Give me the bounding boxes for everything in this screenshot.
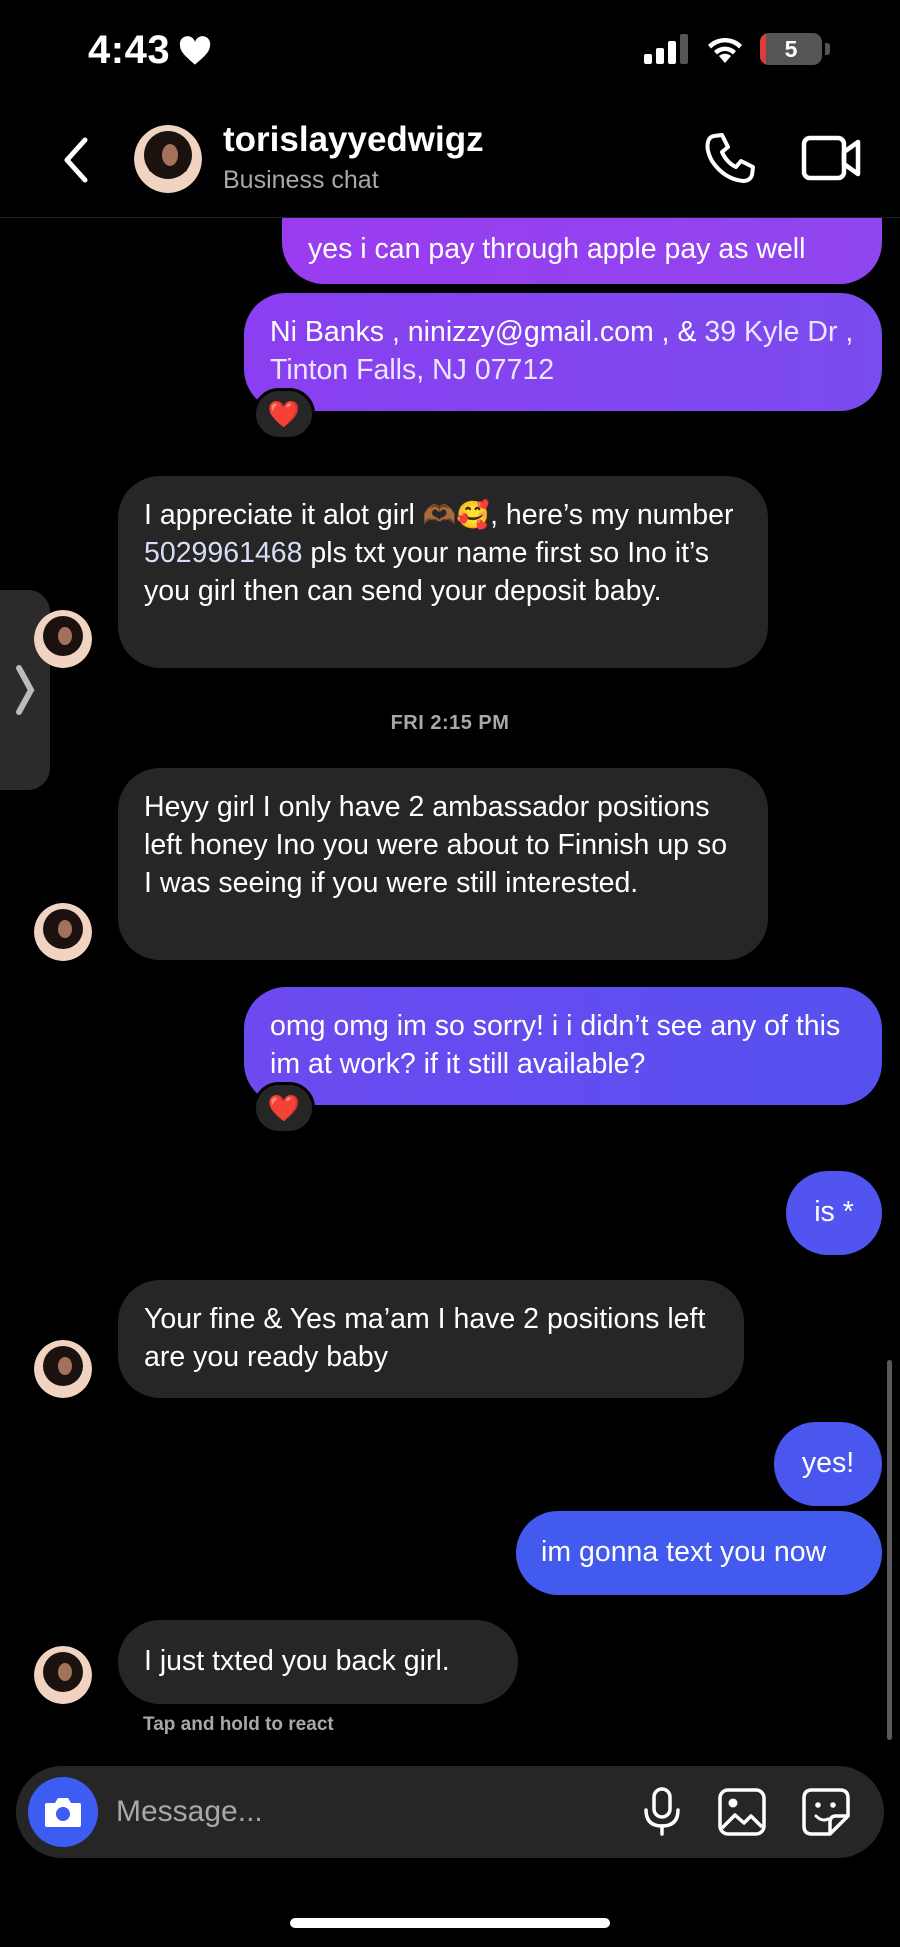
chat-header: torislayyedwigz Business chat	[0, 100, 900, 218]
wifi-icon	[708, 37, 742, 63]
thread-timestamp: FRI 2:15 PM	[390, 712, 510, 734]
phone-number-link[interactable]: 5029961468	[144, 537, 303, 569]
back-button[interactable]	[56, 130, 96, 190]
message-emoji: 🫶🏾🥰	[422, 500, 491, 530]
message-bubble-incoming[interactable]: Your fine & Yes ma’am I have 2 positions…	[118, 1280, 744, 1398]
react-hint: Tap and hold to react	[143, 1714, 334, 1735]
message-input[interactable]	[116, 1788, 516, 1836]
sender-avatar[interactable]	[34, 903, 92, 961]
message-bubble-outgoing[interactable]: omg omg im so sorry! i i didn’t see any …	[244, 987, 882, 1105]
camera-button[interactable]	[28, 1777, 98, 1847]
message-text: im gonna text you now	[541, 1536, 827, 1568]
message-composer	[16, 1766, 884, 1858]
sender-avatar[interactable]	[34, 610, 92, 668]
status-bar: 4:43 5	[0, 0, 900, 100]
message-text: I appreciate it alot girl	[144, 499, 423, 531]
message-text: Heyy girl I only have 2 ambassador posit…	[144, 791, 728, 899]
message-text: I just txted you back girl.	[144, 1645, 450, 1677]
video-call-button[interactable]	[800, 130, 864, 186]
heart-reaction-emoji: ❤️	[267, 398, 301, 429]
message-thread: yes i can pay through apple pay as well …	[0, 218, 900, 1758]
battery-tip	[825, 43, 830, 55]
sticker-icon	[802, 1788, 850, 1836]
status-icons: 5	[644, 33, 830, 65]
voice-message-button[interactable]	[636, 1786, 688, 1838]
message-text: , here’s my number	[490, 499, 734, 531]
message-bubble-incoming[interactable]: I appreciate it alot girl 🫶🏾🥰, here’s my…	[118, 476, 768, 668]
scrollbar[interactable]	[887, 1360, 892, 1740]
message-bubble-outgoing[interactable]: is *	[786, 1171, 882, 1255]
message-bubble-outgoing[interactable]: Ni Banks , ninizzy@gmail.com , & 39 Kyle…	[244, 293, 882, 411]
sender-avatar[interactable]	[34, 1340, 92, 1398]
message-text: yes!	[801, 1447, 855, 1479]
battery-level: 5	[784, 35, 798, 62]
message-text: omg omg im so sorry! i i didn’t see any …	[270, 1010, 841, 1080]
contact-avatar[interactable]	[134, 125, 202, 193]
contact-subtitle: Business chat	[223, 166, 379, 194]
home-indicator[interactable]	[290, 1918, 610, 1928]
heart-reaction[interactable]: ❤️	[253, 388, 315, 440]
heart-reaction-emoji: ❤️	[267, 1092, 301, 1123]
phone-icon	[705, 133, 755, 183]
message-text: Ni Banks , ninizzy@gmail.com , &	[270, 316, 705, 348]
message-bubble-outgoing[interactable]: yes i can pay through apple pay as well	[282, 218, 882, 284]
message-text: is *	[814, 1196, 854, 1228]
message-text: yes i can pay through apple pay as well	[308, 233, 806, 265]
video-camera-icon	[801, 135, 861, 181]
heart-icon	[179, 35, 211, 65]
back-chevron-icon	[64, 137, 88, 183]
status-time-text: 4:43	[88, 28, 171, 72]
message-bubble-outgoing[interactable]: yes!	[774, 1422, 882, 1506]
voice-call-button[interactable]	[700, 128, 760, 188]
camera-icon	[45, 1798, 81, 1827]
cellular-signal-icon	[644, 34, 688, 64]
message-bubble-incoming[interactable]: I just txted you back girl.	[118, 1620, 518, 1704]
sticker-button[interactable]	[800, 1786, 852, 1838]
contact-name[interactable]: torislayyedwigz	[223, 120, 484, 160]
microphone-icon	[644, 1787, 680, 1836]
message-bubble-outgoing[interactable]: im gonna text you now	[516, 1511, 882, 1595]
gallery-button[interactable]	[716, 1786, 768, 1838]
message-text: Your fine & Yes ma’am I have 2 positions…	[144, 1303, 706, 1373]
status-time: 4:43	[88, 28, 212, 73]
battery-indicator: 5	[760, 33, 822, 65]
message-bubble-incoming[interactable]: Heyy girl I only have 2 ambassador posit…	[118, 768, 768, 960]
gallery-icon	[718, 1788, 766, 1836]
sender-avatar[interactable]	[34, 1646, 92, 1704]
heart-reaction[interactable]: ❤️	[253, 1082, 315, 1134]
